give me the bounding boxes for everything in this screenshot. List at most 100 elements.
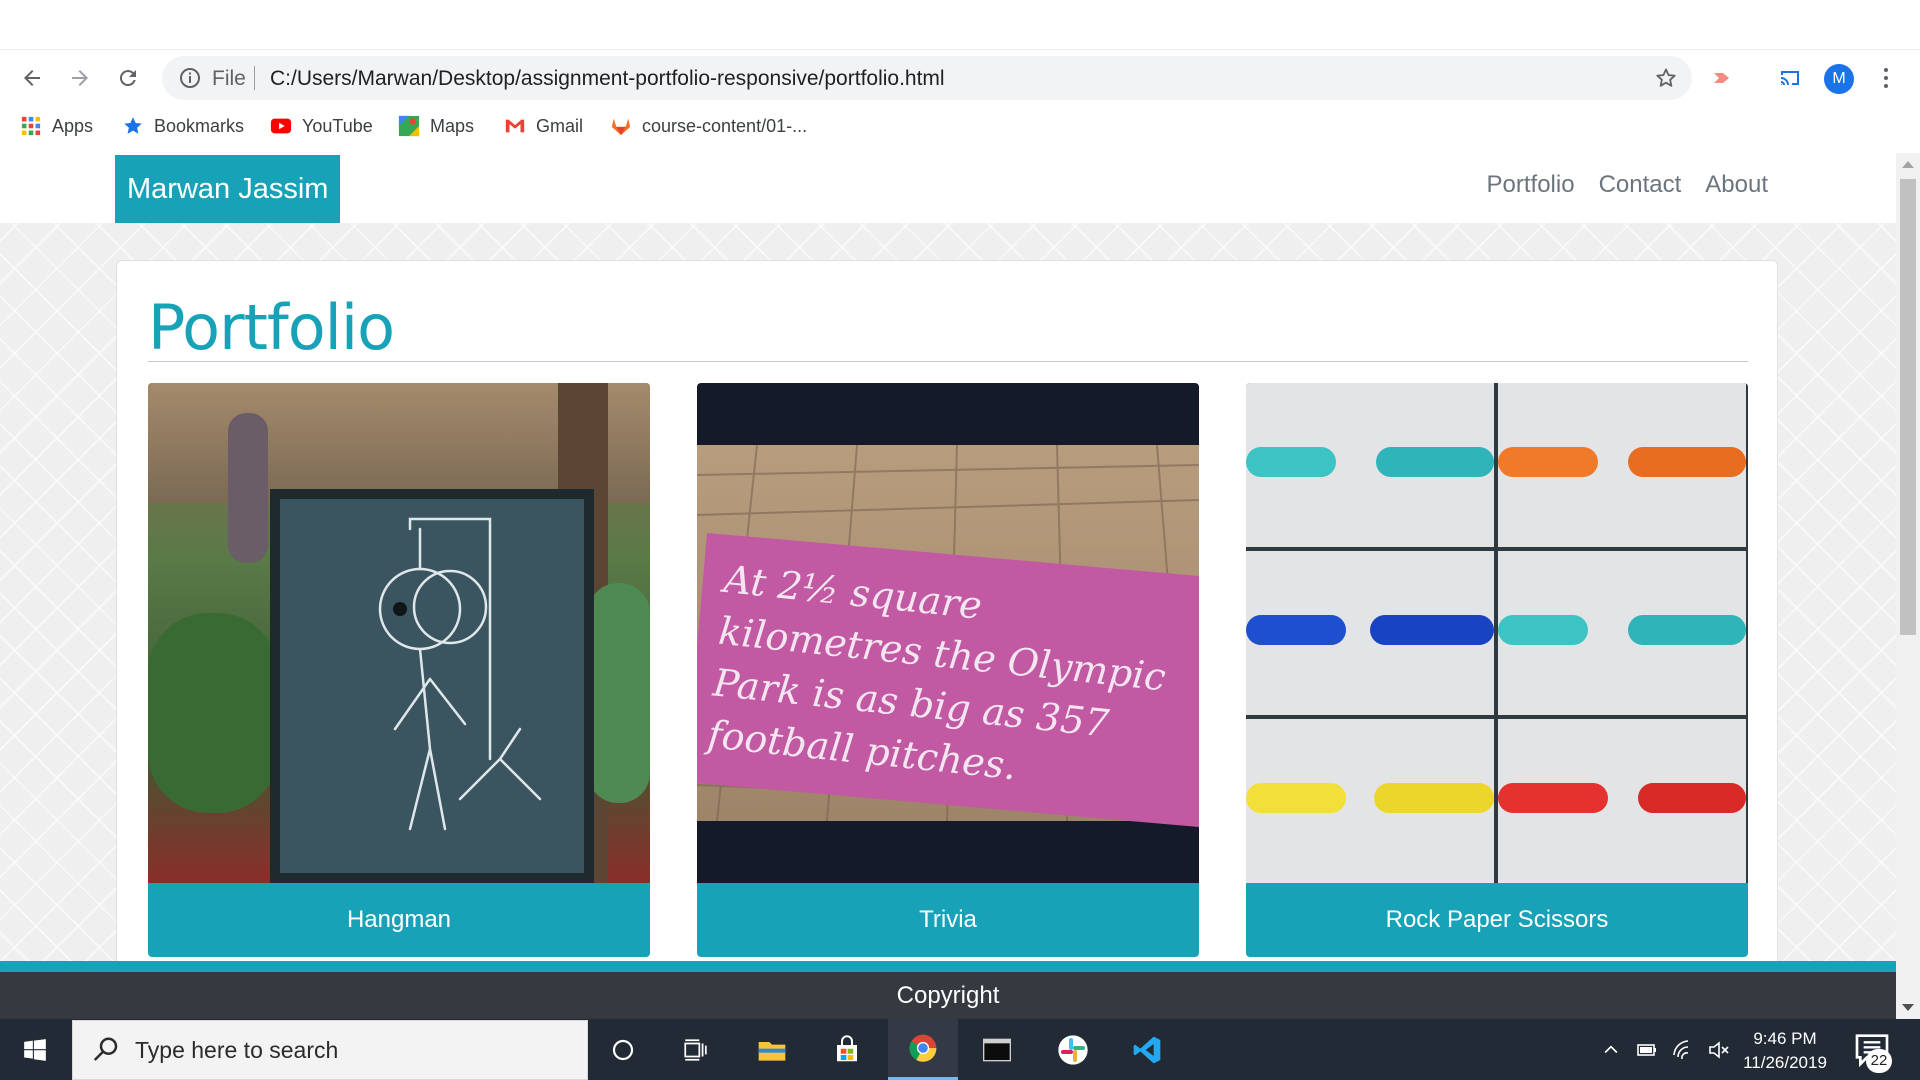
- bookmark-label: Apps: [52, 115, 94, 136]
- terminal-icon: [983, 1038, 1011, 1061]
- nav-link-about[interactable]: About: [1705, 171, 1768, 199]
- rps-cell: [1498, 719, 1746, 883]
- terminal-button[interactable]: [962, 1019, 1032, 1080]
- page-title: Portfolio: [148, 291, 395, 364]
- task-view-icon: [684, 1038, 707, 1061]
- store-button[interactable]: [812, 1019, 882, 1080]
- portfolio-card: Portfolio Hangman At 2½ square kilometre…: [116, 260, 1778, 1019]
- arrow-left-icon: [24, 70, 40, 86]
- notification-count-badge: 22: [1866, 1049, 1892, 1073]
- browser-toolbar: File C:/Users/Marwan/Desktop/assignment-…: [0, 50, 1920, 106]
- rps-cell: [1246, 719, 1494, 883]
- gitlab-icon: [610, 115, 632, 137]
- taskbar-search[interactable]: Type here to search: [72, 1020, 588, 1080]
- project-title-rock-paper-scissors: Rock Paper Scissors: [1246, 883, 1748, 957]
- scroll-up-arrow[interactable]: [1902, 161, 1914, 168]
- reload-icon: [119, 70, 136, 87]
- bookmark-youtube[interactable]: YouTube: [270, 114, 373, 138]
- bookmark-label: Maps: [430, 115, 475, 136]
- title-divider: [148, 361, 1748, 362]
- bookmark-course-content[interactable]: course-content/01-...: [610, 114, 807, 138]
- battery-tray-button[interactable]: [1632, 1019, 1662, 1080]
- vscode-icon: [1133, 1036, 1161, 1063]
- clock-time: 9:46 PM: [1753, 1029, 1817, 1048]
- project-tile-rock-paper-scissors[interactable]: Rock Paper Scissors: [1246, 383, 1748, 957]
- rock-paper-scissors-image: [1246, 383, 1748, 883]
- start-button[interactable]: [0, 1019, 70, 1080]
- bookmark-label: course-content/01-...: [642, 115, 808, 136]
- windows-logo-icon: [24, 1038, 46, 1061]
- trivia-image: At 2½ square kilometres the Olympic Park…: [697, 383, 1199, 883]
- record-extension-icon: [1714, 73, 1729, 83]
- address-bar[interactable]: File C:/Users/Marwan/Desktop/assignment-…: [162, 56, 1692, 100]
- rps-cell: [1498, 383, 1746, 547]
- bookmark-star-icon[interactable]: [1654, 66, 1678, 90]
- nav-link-contact[interactable]: Contact: [1599, 171, 1682, 199]
- slack-icon: [1058, 1034, 1088, 1065]
- gmail-icon: [504, 115, 526, 137]
- cast-button[interactable]: [1774, 62, 1806, 94]
- chalkboard: [270, 489, 594, 883]
- forward-button[interactable]: [64, 62, 96, 94]
- project-title-trivia: Trivia: [697, 883, 1199, 957]
- site-nav: Portfolio Contact About: [1487, 171, 1768, 199]
- bookmark-label: YouTube: [302, 115, 373, 136]
- site-footer: Copyright: [0, 961, 1896, 1019]
- omnibox-separator: [254, 66, 255, 90]
- nav-link-portfolio[interactable]: Portfolio: [1487, 171, 1575, 199]
- page-scrollbar[interactable]: [1896, 153, 1920, 1019]
- profile-avatar[interactable]: M: [1824, 64, 1854, 94]
- chrome-button[interactable]: [888, 1019, 958, 1080]
- bookmark-maps[interactable]: Maps: [398, 114, 474, 138]
- reload-button[interactable]: [112, 62, 144, 94]
- bookmarks-bar: Apps Bookmarks YouTube Maps Gmail course…: [0, 106, 1920, 146]
- search-icon: [93, 1037, 118, 1061]
- scheme-label: File: [212, 67, 246, 90]
- project-tile-hangman[interactable]: Hangman: [148, 383, 650, 957]
- extension-button[interactable]: [1707, 62, 1739, 94]
- bookmark-label: Gmail: [536, 115, 584, 136]
- tab-strip: [0, 0, 1920, 50]
- file-explorer-icon: [758, 1041, 786, 1061]
- vscode-button[interactable]: [1112, 1019, 1182, 1080]
- youtube-icon: [270, 115, 292, 137]
- bookmark-bookmarks[interactable]: Bookmarks: [122, 114, 244, 138]
- url-text[interactable]: C:/Users/Marwan/Desktop/assignment-portf…: [270, 67, 945, 91]
- scroll-down-arrow[interactable]: [1902, 1004, 1914, 1011]
- file-explorer-button[interactable]: [737, 1019, 807, 1080]
- star-icon: [122, 115, 144, 137]
- wifi-icon: [1673, 1039, 1689, 1059]
- slack-button[interactable]: [1038, 1019, 1108, 1080]
- battery-icon: [1637, 1043, 1656, 1056]
- clock-date: 11/26/2019: [1743, 1053, 1827, 1072]
- task-view-button[interactable]: [660, 1019, 730, 1080]
- taskbar-clock[interactable]: 9:46 PM 11/26/2019: [1730, 1027, 1840, 1075]
- rps-cell: [1246, 551, 1494, 715]
- bookmark-apps[interactable]: Apps: [20, 114, 93, 138]
- bookmark-label: Bookmarks: [154, 115, 245, 136]
- arrow-right-icon: [72, 70, 88, 86]
- scroll-thumb[interactable]: [1900, 179, 1916, 635]
- browser-menu-button[interactable]: [1874, 62, 1898, 94]
- project-tile-trivia[interactable]: At 2½ square kilometres the Olympic Park…: [697, 383, 1199, 957]
- speaker-muted-icon: [1709, 1040, 1729, 1059]
- maps-icon: [398, 115, 420, 137]
- info-icon[interactable]: [178, 66, 202, 90]
- windows-taskbar: Type here to search 9:46 PM 11/26/2019 2…: [0, 1019, 1920, 1080]
- footer-copyright: Copyright: [896, 982, 1000, 1009]
- site-header: Marwan Jassim Portfolio Contact About: [0, 153, 1896, 223]
- cortana-button[interactable]: [588, 1019, 658, 1080]
- hangman-image: [148, 383, 650, 883]
- cortana-icon: [612, 1039, 634, 1060]
- cast-icon: [1781, 71, 1799, 85]
- bookmark-gmail[interactable]: Gmail: [504, 114, 583, 138]
- store-icon: [837, 1034, 857, 1061]
- rps-cell: [1246, 383, 1494, 547]
- site-brand[interactable]: Marwan Jassim: [115, 155, 341, 223]
- apps-grid-icon: [20, 115, 42, 137]
- project-title-hangman: Hangman: [148, 883, 650, 957]
- wifi-tray-button[interactable]: [1668, 1019, 1698, 1080]
- back-button[interactable]: [16, 62, 48, 94]
- rps-cell: [1498, 551, 1746, 715]
- tray-overflow-button[interactable]: [1596, 1019, 1626, 1080]
